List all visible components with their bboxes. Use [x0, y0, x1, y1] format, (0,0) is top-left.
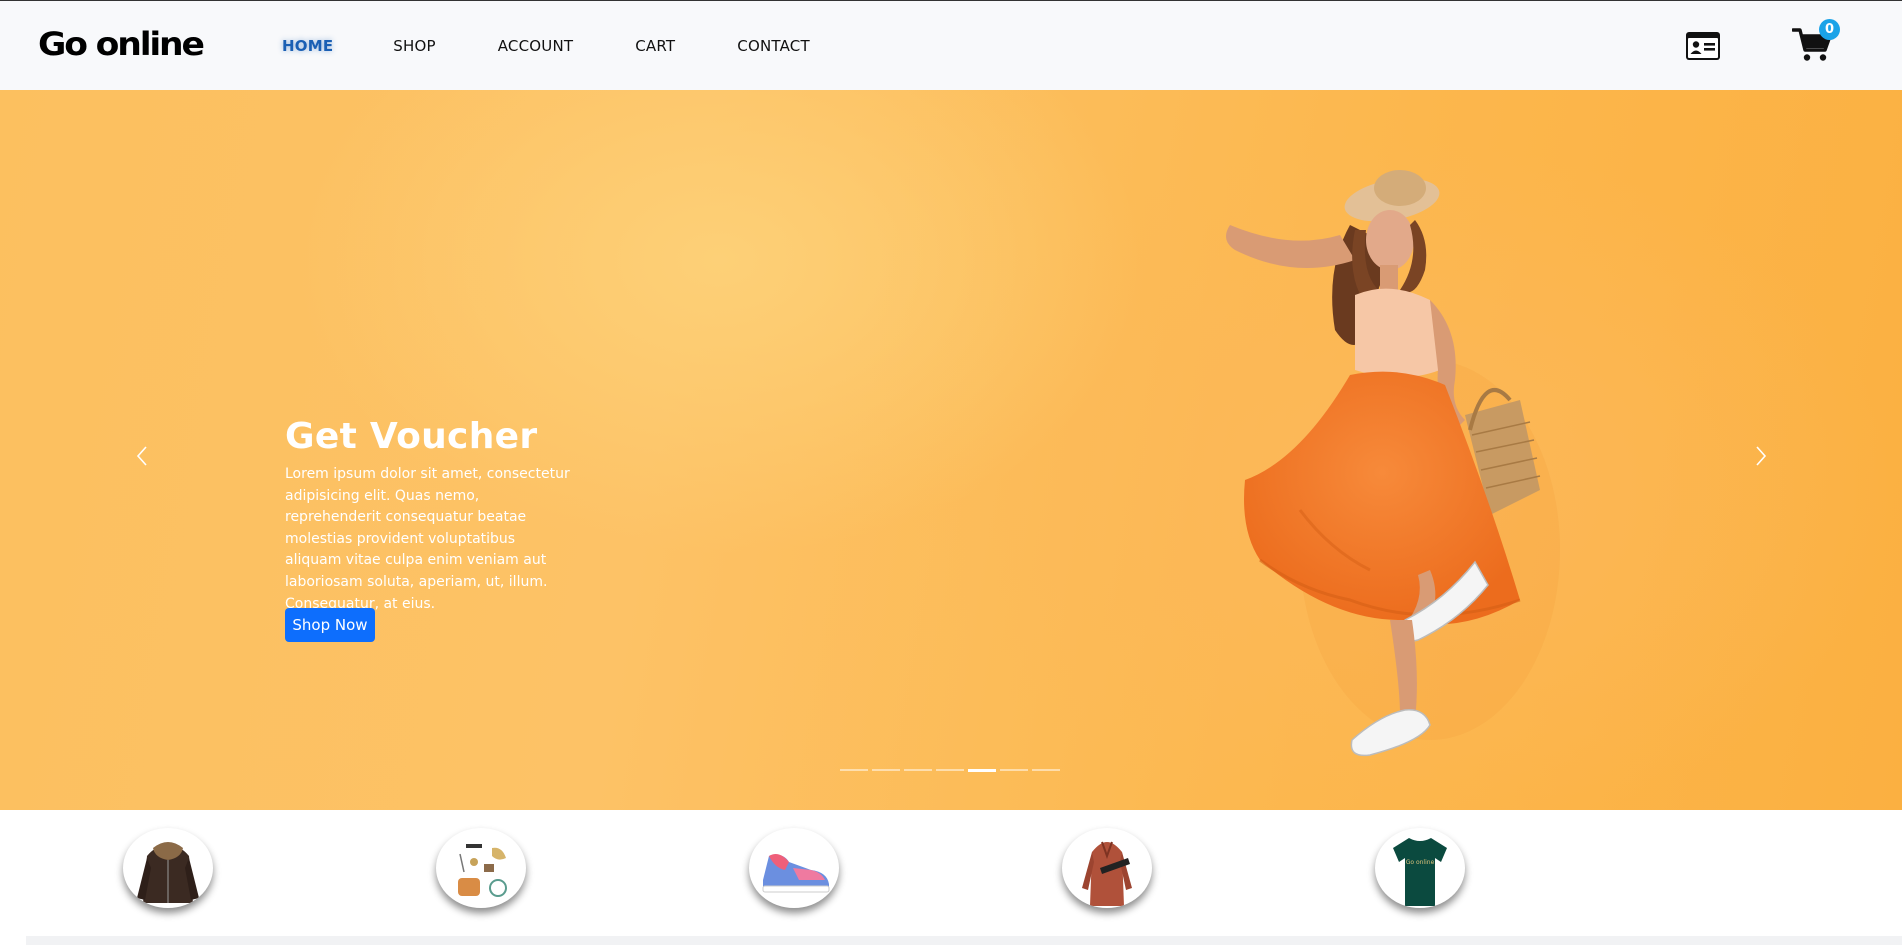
- category-sneakers[interactable]: [749, 828, 839, 908]
- carousel-indicator[interactable]: [904, 769, 932, 771]
- cart-count-badge: 0: [1819, 19, 1840, 40]
- content-divider: [26, 936, 1902, 945]
- carousel-prev-icon[interactable]: [128, 436, 158, 476]
- category-strip: Go online: [0, 810, 1902, 945]
- id-card-icon[interactable]: [1686, 32, 1720, 60]
- brand-logo[interactable]: Go online: [38, 25, 205, 63]
- carousel-indicators: [840, 769, 1064, 772]
- main-nav: HOME SHOP ACCOUNT CART CONTACT: [282, 37, 872, 55]
- navbar: Go online HOME SHOP ACCOUNT CART CONTACT…: [0, 0, 1902, 90]
- coat-image: [1082, 841, 1132, 906]
- carousel-indicator-active[interactable]: [968, 769, 996, 772]
- leather-jacket-image: [137, 842, 199, 903]
- nav-item-home[interactable]: HOME: [282, 37, 333, 55]
- nav-item-account[interactable]: ACCOUNT: [498, 37, 574, 55]
- nav-item-contact[interactable]: CONTACT: [737, 37, 810, 55]
- category-tshirt[interactable]: Go online: [1375, 828, 1465, 908]
- tshirt-image: Go online: [1393, 838, 1447, 906]
- tshirt-print-text: Go online: [1406, 859, 1435, 866]
- hero-description: Lorem ipsum dolor sit amet, consectetur …: [285, 466, 570, 612]
- shop-now-button[interactable]: Shop Now: [285, 608, 375, 642]
- carousel-indicator[interactable]: [840, 769, 868, 771]
- nav-item-cart[interactable]: CART: [635, 37, 675, 55]
- carousel-indicator[interactable]: [1000, 769, 1028, 771]
- hero-title: Get Voucher: [285, 416, 538, 457]
- nav-item-shop[interactable]: SHOP: [393, 37, 435, 55]
- category-jacket[interactable]: [123, 828, 213, 908]
- hero-model-image: [1226, 170, 1560, 757]
- category-accessories[interactable]: [436, 828, 526, 908]
- carousel-next-icon[interactable]: [1745, 436, 1775, 476]
- sneaker-image: [762, 854, 830, 893]
- carousel-indicator[interactable]: [936, 769, 964, 771]
- hero-carousel: Get Voucher Lorem ipsum dolor sit amet, …: [0, 90, 1902, 810]
- accessories-image: [458, 844, 507, 897]
- carousel-indicator[interactable]: [1032, 769, 1060, 771]
- carousel-indicator[interactable]: [872, 769, 900, 771]
- category-coat[interactable]: [1062, 828, 1152, 908]
